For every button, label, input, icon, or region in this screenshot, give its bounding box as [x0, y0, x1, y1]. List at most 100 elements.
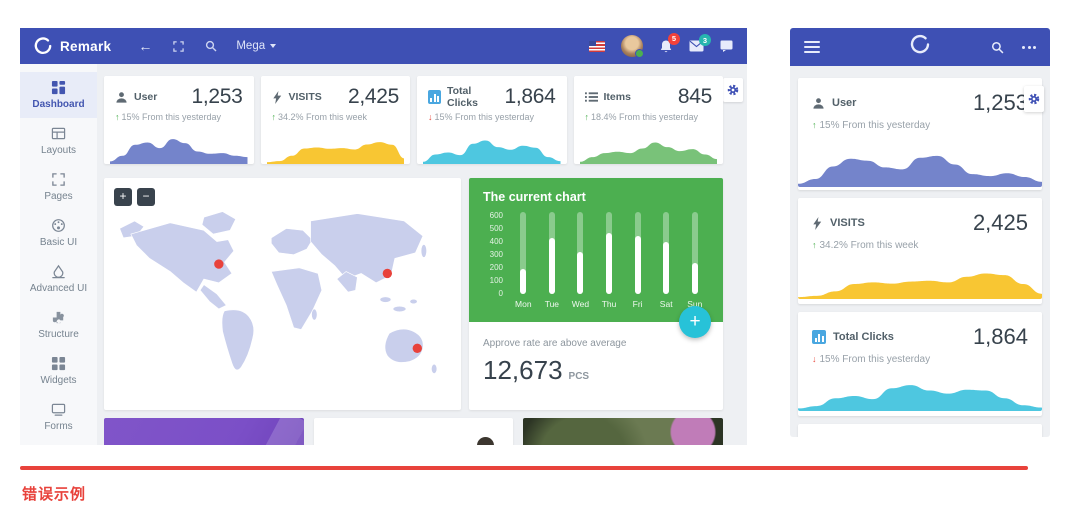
pages-icon [51, 172, 66, 187]
bottom-cards-row [104, 418, 723, 445]
area-path [580, 142, 718, 164]
y-tick-label: 500 [490, 224, 503, 233]
sidebar-item-advanced-ui[interactable]: Advanced UI [20, 256, 97, 302]
sidebar-item-widgets[interactable]: Widgets [20, 348, 97, 394]
sidebar-item-tables[interactable] [20, 440, 97, 445]
trend-arrow-icon: ↑ [115, 112, 120, 122]
user-icon [115, 91, 128, 104]
world-map[interactable] [114, 188, 451, 400]
sidebar-item-pages[interactable]: Pages [20, 164, 97, 210]
bar [606, 233, 612, 294]
stat-value: 1,253 [191, 85, 242, 109]
stat-title: Items [604, 91, 631, 103]
y-tick-label: 600 [490, 211, 503, 220]
map-zoom-out-button[interactable]: − [137, 188, 155, 206]
remark-logo-icon [34, 37, 52, 55]
hamburger-menu-icon[interactable] [804, 41, 820, 53]
brand-name: Remark [60, 39, 111, 54]
map-marker-china[interactable] [383, 269, 392, 278]
trend-arrow-icon: ↑ [272, 112, 277, 122]
sidebar-item-label: Pages [44, 191, 72, 202]
stat-card-visits: VISITS 2,425 ↑ 34.2% From this week [261, 76, 411, 164]
sidebar-item-label: Structure [38, 329, 79, 340]
x-tick-label: Wed [572, 299, 589, 310]
chat-toggle[interactable] [720, 40, 733, 52]
gear-icon [1028, 93, 1040, 105]
brand[interactable]: Remark [34, 37, 111, 55]
widgets-icon [51, 356, 66, 371]
stat-title: User [134, 91, 157, 103]
map-zoom-in-button[interactable]: + [114, 188, 132, 206]
dashboard-icon [51, 80, 66, 95]
gear-icon [727, 84, 739, 96]
bar-track [549, 212, 555, 294]
bar-column: Sun [680, 210, 709, 310]
search-icon[interactable] [991, 41, 1004, 54]
sidebar-item-dashboard[interactable]: Dashboard [20, 72, 97, 118]
sidebar-item-label: Dashboard [32, 99, 84, 110]
clicks-sparkline [798, 369, 1042, 411]
stat-value: 1,253 [973, 90, 1028, 116]
bar-track [635, 212, 641, 294]
sidebar-item-basic-ui[interactable]: Basic UI [20, 210, 97, 256]
sidebar: Dashboard Layouts Pages Basic UI Advance… [20, 64, 97, 445]
search-icon[interactable] [203, 38, 219, 54]
forms-icon [51, 402, 66, 417]
map-marker-north-america[interactable] [214, 259, 223, 268]
area-path [110, 139, 248, 164]
visits-sparkline [267, 128, 405, 164]
trend-arrow-icon: ↑ [585, 112, 590, 122]
x-tick-label: Sat [660, 299, 673, 310]
mega-menu-label: Mega [236, 40, 265, 52]
y-tick-label: 400 [490, 237, 503, 246]
fullscreen-icon[interactable] [170, 38, 186, 54]
list-icon [585, 91, 598, 103]
partial-card [798, 424, 1042, 437]
mobile-stat-card-total-clicks: Total Clicks 1,864 ↓ 15% From this yeste… [798, 312, 1042, 416]
stat-value: 2,425 [973, 210, 1028, 236]
messages-mail[interactable]: 3 [689, 40, 704, 52]
mobile-navbar [790, 28, 1050, 66]
bar-track [520, 212, 526, 294]
map-marker-australia[interactable] [413, 344, 422, 353]
y-tick-label: 300 [490, 250, 503, 259]
more-icon[interactable] [1022, 46, 1036, 49]
photo-card [523, 418, 723, 445]
user-avatar[interactable] [621, 35, 643, 57]
x-tick-label: Fri [633, 299, 643, 310]
puzzle-icon [51, 310, 66, 325]
stat-value: 1,864 [973, 324, 1028, 350]
stat-title: VISITS [830, 217, 865, 229]
purple-card [104, 418, 304, 445]
settings-gear-button[interactable] [723, 78, 743, 102]
stat-value: 2,425 [348, 85, 399, 109]
back-arrow-icon[interactable]: ← [137, 38, 153, 54]
sidebar-item-forms[interactable]: Forms [20, 394, 97, 440]
world-map-card: + − [104, 178, 461, 410]
stat-card-items: Items 845 ↑ 18.4% From this yesterday [574, 76, 724, 164]
stat-title: Total Clicks [833, 331, 894, 343]
desktop-navbar: Remark ← Mega 5 [20, 28, 747, 64]
stat-change: 15% From this yesterday [820, 120, 931, 131]
white-card [314, 418, 514, 445]
chart-footer: Approve rate are above average 12,673 PC… [469, 322, 723, 410]
add-button[interactable]: + [679, 306, 711, 338]
stat-card-user: User 1,253 ↑ 15% From this yesterday [104, 76, 254, 164]
stat-title: User [832, 97, 856, 109]
trend-arrow-icon: ↓ [812, 354, 817, 365]
sidebar-item-structure[interactable]: Structure [20, 302, 97, 348]
bar [549, 238, 555, 294]
chat-icon [720, 40, 733, 52]
stat-title: VISITS [289, 91, 322, 103]
bar-column: Thu [595, 210, 624, 310]
notifications-bell[interactable]: 5 [659, 39, 673, 54]
sidebar-item-label: Forms [44, 421, 72, 432]
area-path [798, 273, 1042, 299]
sidebar-item-layouts[interactable]: Layouts [20, 118, 97, 164]
mega-menu[interactable]: Mega [236, 40, 276, 52]
bar-track [692, 212, 698, 294]
desktop-frame: Remark ← Mega 5 [20, 28, 747, 445]
settings-gear-button[interactable] [1024, 86, 1044, 112]
approve-rate-unit: PCS [569, 371, 590, 382]
language-flag-icon[interactable] [589, 41, 605, 52]
